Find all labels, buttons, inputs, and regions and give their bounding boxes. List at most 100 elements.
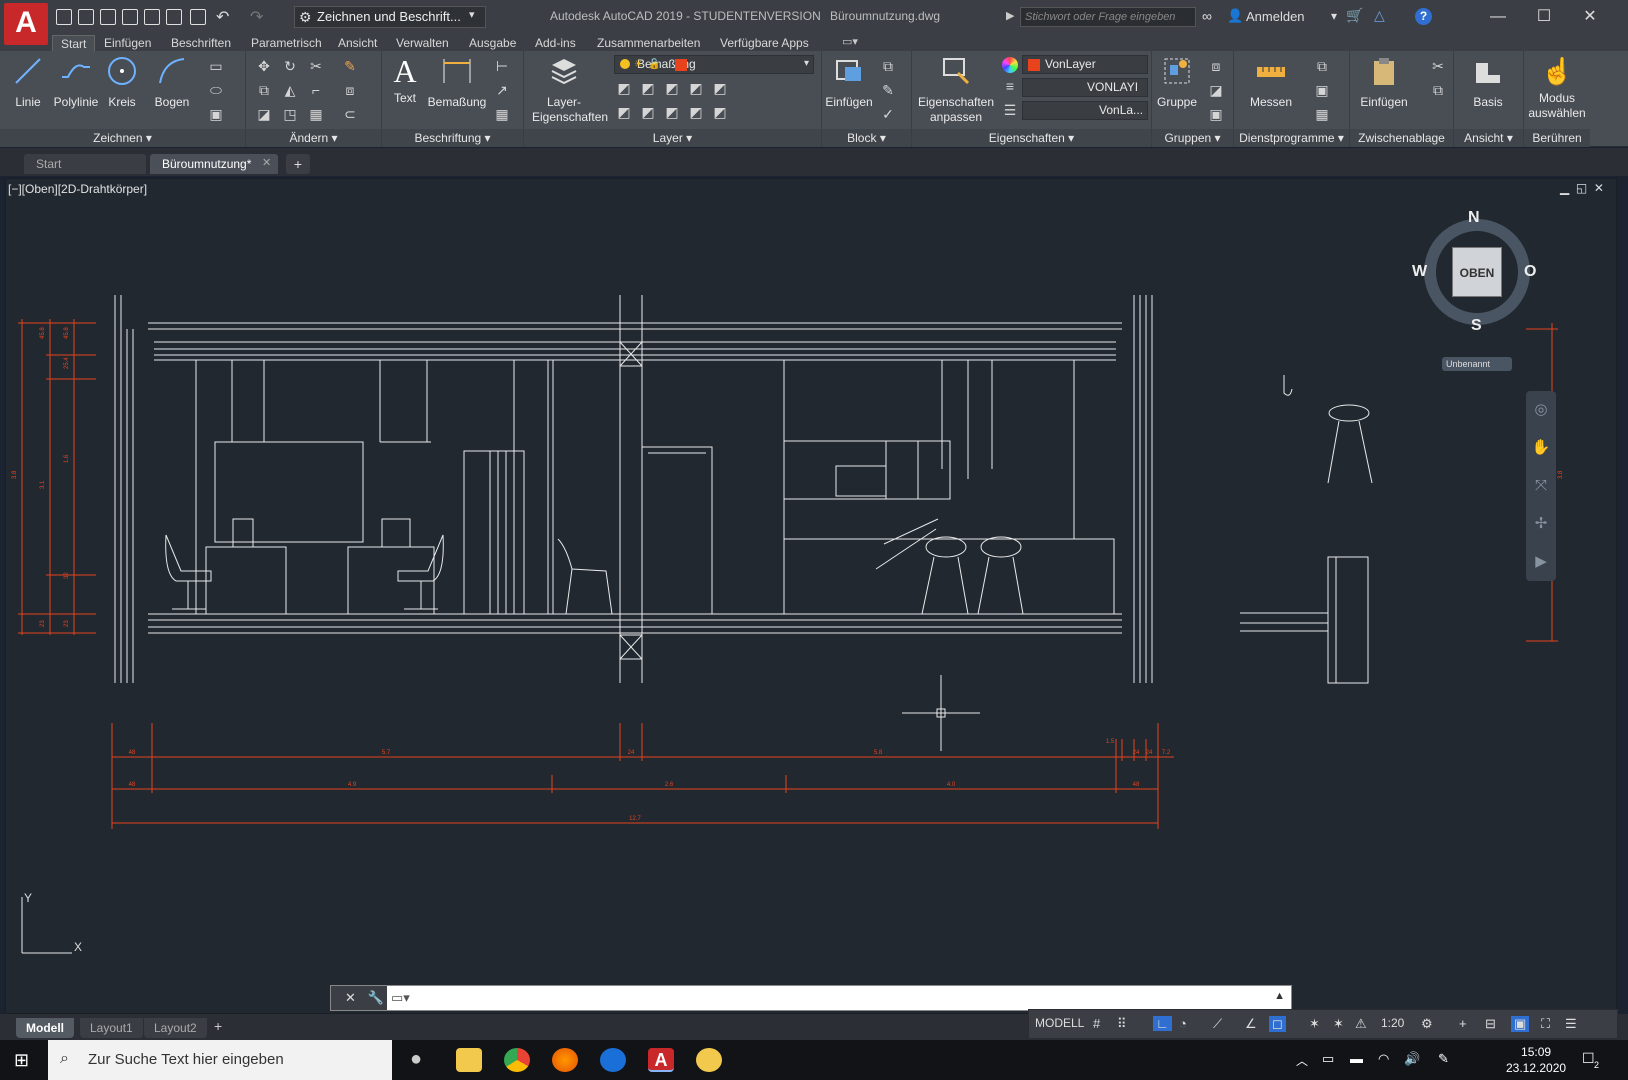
layer-tool-7-icon[interactable]: ◩ — [640, 105, 656, 119]
chrome-icon[interactable] — [504, 1048, 530, 1072]
select-mode-button[interactable]: ☝ Modus auswählen — [1526, 55, 1588, 121]
base-view-button[interactable]: Basis — [1462, 55, 1514, 110]
layout-tab-layout2[interactable]: Layout2 — [144, 1018, 207, 1038]
orbit-icon[interactable]: ✢ — [1526, 505, 1556, 543]
clean-screen-icon[interactable]: ⛶ — [1541, 1016, 1550, 1032]
notifications-icon[interactable]: ☐ — [1582, 1050, 1595, 1067]
plot-icon[interactable] — [190, 9, 206, 25]
region-icon[interactable]: ▣ — [208, 107, 224, 121]
pan-icon[interactable]: ✋ — [1526, 429, 1556, 467]
object-snap-tracking-icon[interactable]: ∠ — [1245, 1016, 1257, 1032]
edge-icon[interactable] — [600, 1048, 626, 1072]
panel-title-beruehren[interactable]: Berühren — [1524, 129, 1590, 147]
polyline-button[interactable]: Polylinie — [48, 55, 104, 110]
tray-chevron-icon[interactable]: ︿ — [1296, 1052, 1308, 1069]
close-tab-icon[interactable]: ✕ — [262, 156, 271, 169]
sign-in-button[interactable]: Anmelden — [1246, 9, 1305, 24]
line-button[interactable]: Linie — [10, 55, 46, 110]
tab-einfuegen[interactable]: Einfügen — [96, 35, 159, 51]
pen-icon[interactable]: ✎ — [1438, 1051, 1449, 1067]
layer-tool-10-icon[interactable]: ◩ — [712, 105, 728, 119]
color-dropdown[interactable]: VonLayer — [1022, 55, 1148, 74]
arc-button[interactable]: Bogen — [152, 55, 192, 110]
a360-icon[interactable]: △ — [1374, 7, 1385, 24]
layer-tool-1-icon[interactable]: ◩ — [616, 81, 632, 95]
save-icon[interactable] — [100, 9, 116, 25]
tab-verwalten[interactable]: Verwalten — [388, 35, 457, 51]
clock[interactable]: 15:09 23.12.2020 — [1506, 1044, 1566, 1076]
wrench-icon[interactable]: 🔧 — [368, 990, 384, 1005]
copy-icon[interactable]: ⧉ — [256, 83, 272, 97]
firefox-icon[interactable] — [552, 1048, 578, 1072]
viewcube-south[interactable]: S — [1471, 317, 1482, 335]
move-icon[interactable]: ✥ — [256, 59, 272, 73]
viewcube-north[interactable]: N — [1468, 209, 1480, 227]
minimize-button[interactable]: — — [1478, 4, 1518, 30]
maximize-button[interactable]: ☐ — [1524, 4, 1564, 30]
calculator-icon[interactable]: ▦ — [1314, 107, 1330, 121]
panel-title-zeichnen[interactable]: Zeichnen ▾ — [0, 129, 245, 147]
help-icon[interactable]: ? — [1415, 8, 1432, 25]
circle-button[interactable]: Kreis — [104, 55, 140, 110]
plus-icon[interactable]: + — [1459, 1016, 1467, 1031]
tab-ansicht[interactable]: Ansicht — [330, 35, 385, 51]
windows-start-icon[interactable]: ⊞ — [14, 1050, 29, 1071]
panel-title-eigenschaften[interactable]: Eigenschaften ▾ — [912, 129, 1151, 147]
layer-properties-button[interactable]: Layer- Eigenschaften — [532, 55, 608, 125]
tab-zusammenarbeiten[interactable]: Zusammenarbeiten — [589, 35, 708, 51]
layer-tool-4-icon[interactable]: ◩ — [688, 81, 704, 95]
binoculars-icon[interactable]: ∞ — [1202, 8, 1212, 24]
layer-tool-3-icon[interactable]: ◩ — [664, 81, 680, 95]
open-file-icon[interactable] — [78, 9, 94, 25]
save-web-icon[interactable] — [166, 9, 182, 25]
array-icon[interactable]: ▦ — [308, 107, 324, 121]
erase-icon[interactable]: ✎ — [342, 59, 358, 73]
search-expand-icon[interactable]: ▶ — [1006, 9, 1014, 22]
ungroup-icon[interactable]: ⧈ — [1208, 59, 1224, 73]
panel-title-gruppen[interactable]: Gruppen ▾ — [1152, 129, 1233, 147]
model-space-toggle[interactable]: MODELL — [1035, 1016, 1084, 1030]
ucs-dropdown[interactable]: Unbenannt — [1442, 357, 1512, 371]
grid-icon[interactable]: # — [1093, 1016, 1100, 1031]
text-button[interactable]: A Text — [388, 55, 422, 106]
block-create-icon[interactable]: ⧉ — [880, 59, 896, 73]
rectangle-icon[interactable]: ▭ — [208, 59, 224, 73]
group-select-icon[interactable]: ▣ — [1208, 107, 1224, 121]
application-menu-button[interactable]: A — [4, 3, 48, 45]
tray-device-icon[interactable]: ▭ — [1322, 1051, 1334, 1067]
viewcube-east[interactable]: O — [1524, 263, 1536, 281]
group-button[interactable]: Gruppe — [1154, 55, 1200, 110]
cut-icon[interactable]: ✂ — [1430, 59, 1446, 73]
panel-title-dienstprogramme[interactable]: Dienstprogramme ▾ — [1234, 129, 1349, 147]
cart-icon[interactable]: 🛒 — [1346, 7, 1363, 24]
layer-tool-2-icon[interactable]: ◩ — [640, 81, 656, 95]
command-line[interactable]: ✕ 🔧 ▭▾ ▲ — [330, 985, 1292, 1011]
linetype-dropdown[interactable]: VONLAYI — [1022, 78, 1148, 97]
tab-parametrisch[interactable]: Parametrisch — [243, 35, 330, 51]
viewcube-top-face[interactable]: OBEN — [1452, 247, 1502, 297]
polar-icon[interactable]: ◔ — [1179, 1016, 1187, 1031]
redo-icon[interactable]: ↷ — [250, 7, 263, 27]
select-all-icon[interactable]: ▣ — [1314, 83, 1330, 97]
customize-menu-icon[interactable]: ☰ — [1565, 1016, 1577, 1032]
new-tab-button[interactable]: + — [286, 154, 310, 174]
dimension-button[interactable]: Bemaßung — [426, 55, 488, 110]
layer-tool-5-icon[interactable]: ◩ — [712, 81, 728, 95]
command-prompt-icon[interactable]: ▭▾ — [391, 990, 410, 1006]
hardware-acceleration-icon[interactable]: ▣ — [1511, 1016, 1530, 1032]
tab-ausgabe[interactable]: Ausgabe — [461, 35, 524, 51]
ortho-icon[interactable]: ∟ — [1153, 1016, 1172, 1031]
autocad-taskbar-icon[interactable]: A — [648, 1048, 674, 1072]
block-attribute-icon[interactable]: ✓ — [880, 107, 896, 121]
save-as-icon[interactable] — [122, 9, 138, 25]
annotation-scale-icon[interactable]: ⚠ — [1355, 1016, 1367, 1032]
apple-icon[interactable]: ● — [410, 1048, 422, 1071]
group-edit-icon[interactable]: ◪ — [1208, 83, 1224, 97]
volume-icon[interactable]: 🔊 — [1404, 1051, 1420, 1067]
leader-icon[interactable]: ⊢ — [494, 59, 510, 73]
workspace-dropdown[interactable]: Zeichnen und Beschrift... — [294, 6, 486, 28]
wifi-icon[interactable]: ◠ — [1378, 1051, 1389, 1067]
open-web-icon[interactable] — [144, 9, 160, 25]
copy-clip-icon[interactable]: ⧉ — [1430, 83, 1446, 97]
snap-icon[interactable]: ⠿ — [1117, 1016, 1127, 1032]
